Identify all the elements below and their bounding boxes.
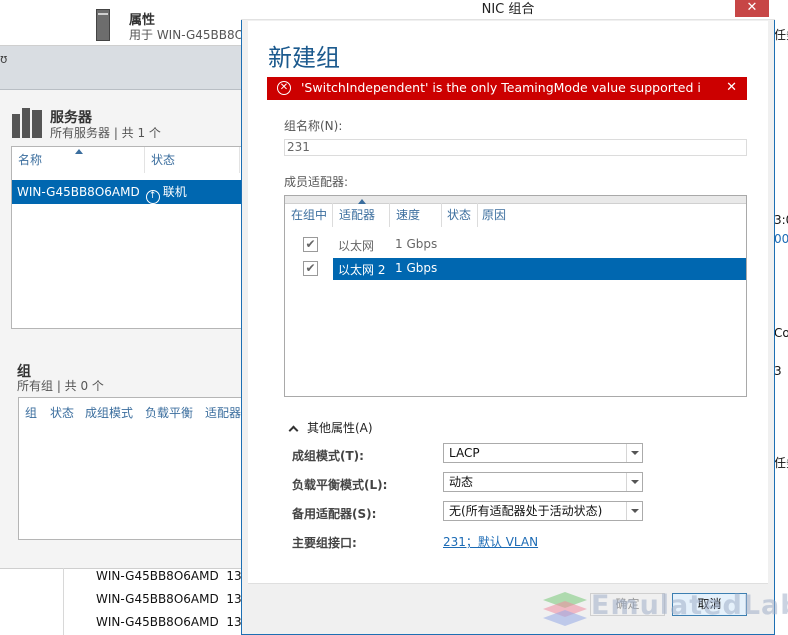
error-icon: ✕ [277, 81, 291, 95]
servers-icon [12, 108, 42, 138]
col-speed[interactable]: 速度 [396, 206, 420, 223]
chevron-up-icon [288, 425, 299, 436]
divider [441, 203, 442, 227]
server-tower-icon [96, 9, 110, 41]
team-name-label: 组名称(N): [284, 119, 343, 133]
servers-subtitle: 所有服务器 | 共 1 个 [50, 126, 161, 140]
chevron-down-icon [626, 502, 642, 520]
primary-interface-link[interactable]: 231；默认 VLAN [443, 533, 538, 550]
watermark-text: EmulatedLab [591, 590, 788, 621]
col-state[interactable]: 状态 [447, 206, 471, 223]
groups-subtitle: 所有组 | 共 0 个 [17, 379, 104, 393]
chevron-down-icon [626, 473, 642, 491]
list-item[interactable]: WIN-G45BB8O6AMD 13 [96, 592, 242, 606]
background-title-glyph: ʊ [0, 52, 8, 66]
standby-adapter-select[interactable]: 无(所有适配器处于活动状态) [443, 501, 643, 521]
chevron-down-icon [626, 444, 642, 462]
groups-col-adapters[interactable]: 适配器 [205, 404, 241, 421]
right-fragment: 3 [774, 364, 782, 378]
adapter-speed: 1 Gbps [395, 237, 438, 251]
list-item[interactable]: WIN-G45BB8O6AMD 13 [96, 569, 242, 583]
groups-col-status[interactable]: 状态 [50, 404, 74, 421]
sort-ascending-icon [358, 199, 366, 204]
divider [389, 203, 390, 227]
divider [477, 203, 478, 227]
additional-properties-label: 其他属性(A) [307, 421, 373, 435]
properties-subtitle: 用于 WIN-G45BB8O [129, 28, 245, 42]
groups-table: 组 状态 成组模式 负载平衡 适配器 [18, 397, 245, 540]
right-fragment: Co [774, 326, 788, 340]
load-balancing-label: 负载平衡模式(L): [292, 478, 388, 492]
groups-col-mode[interactable]: 成组模式 [85, 404, 133, 421]
adapter-name: 以太网 2 [338, 263, 386, 277]
error-message: 'SwitchIndependent' is the only TeamingM… [301, 80, 701, 95]
member-adapters-label: 成员适配器: [284, 175, 349, 189]
col-reason[interactable]: 原因 [482, 206, 506, 223]
right-fragment: 00 [774, 232, 788, 246]
page-title: 新建组 [268, 44, 340, 72]
sort-ascending-icon [75, 149, 83, 154]
groups-col-group[interactable]: 组 [25, 404, 37, 421]
load-balancing-select[interactable]: 动态 [443, 472, 643, 492]
adapter-checkbox[interactable]: ✔ [303, 261, 318, 276]
right-fragment: 任务 [774, 28, 788, 42]
status-up-icon: ↑ [145, 190, 160, 204]
watermark-logo-icon [543, 592, 587, 626]
close-button[interactable]: ✕ [735, 0, 769, 17]
server-name: WIN-G45BB8O6AMD [17, 185, 140, 199]
divider [63, 568, 64, 635]
teaming-mode-label: 成组模式(T): [292, 449, 364, 463]
adapter-speed: 1 Gbps [395, 261, 438, 275]
dismiss-error-button[interactable]: ✕ [726, 77, 737, 99]
member-adapters-list [284, 195, 747, 397]
standby-adapter-label: 备用适配器(S): [292, 507, 377, 521]
list-header-strip [285, 196, 746, 204]
additional-properties-toggle[interactable]: 其他属性(A) [288, 419, 373, 436]
col-in-team[interactable]: 在组中 [291, 206, 327, 223]
servers-table: 名称 状态 [11, 146, 245, 329]
servers-col-status[interactable]: 状态 [145, 147, 240, 173]
server-status: 联机 [162, 185, 187, 199]
error-banner: ✕ 'SwitchIndependent' is the only Teamin… [267, 77, 747, 100]
primary-interface-label: 主要组接口: [292, 536, 357, 550]
teaming-mode-select[interactable]: LACP [443, 443, 643, 463]
right-fragment: 3:0 [774, 213, 788, 227]
col-adapter[interactable]: 适配器 [339, 206, 375, 223]
adapter-name[interactable]: 以太网 [338, 237, 374, 254]
background-titlebar [0, 46, 245, 90]
list-item[interactable]: WIN-G45BB8O6AMD 13 [96, 615, 242, 629]
adapter-checkbox[interactable]: ✔ [303, 237, 318, 252]
team-name-input[interactable]: 231 [284, 139, 747, 156]
dialog-title: NIC 组合 [241, 0, 775, 20]
right-fragment: 任务 [774, 456, 788, 470]
groups-col-balancing[interactable]: 负载平衡 [145, 404, 193, 421]
servers-row[interactable]: WIN-G45BB8O6AMD ↑ 联机 [12, 180, 245, 204]
divider [332, 203, 333, 227]
